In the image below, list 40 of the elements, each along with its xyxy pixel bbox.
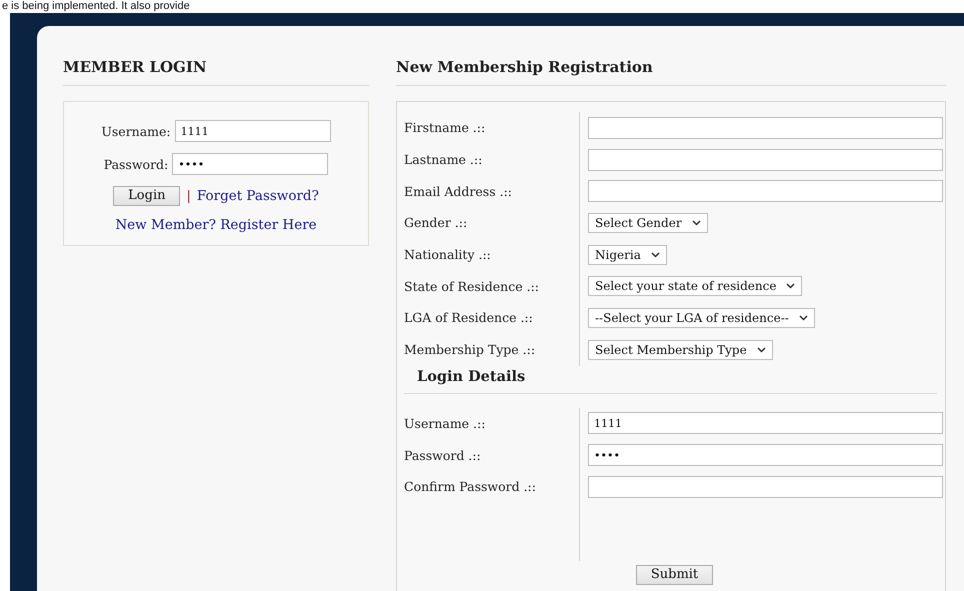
dropdown-select[interactable]: Nigeria <box>588 244 667 265</box>
username-field[interactable]: 1111 <box>174 120 331 142</box>
separator: | <box>186 188 191 204</box>
field-label: Password .:: <box>404 448 481 463</box>
field-label: Membership Type .:: <box>404 342 536 358</box>
section-subheading: Login Details <box>404 366 937 394</box>
login-button[interactable]: Login <box>113 186 180 206</box>
field-label: Confirm Password .:: <box>404 479 536 494</box>
dropdown-select[interactable]: Select Gender <box>588 212 708 233</box>
text-field[interactable] <box>588 476 943 498</box>
section-heading: New Membership Registration <box>396 58 946 86</box>
text-field[interactable] <box>588 116 943 139</box>
dropdown-select[interactable]: Select your state of residence <box>588 276 802 296</box>
section-heading: MEMBER LOGIN <box>63 58 369 86</box>
dropdown-select[interactable]: --Select your LGA of residence-- <box>588 308 815 328</box>
field-label: Password: <box>104 156 168 172</box>
chevron-down-icon <box>756 346 766 353</box>
password-field[interactable]: •••• <box>172 153 328 175</box>
submit-button[interactable]: Submit <box>636 564 714 585</box>
field-label: Username .:: <box>404 416 486 431</box>
field-label: Firstname .:: <box>404 120 486 136</box>
text-field[interactable] <box>588 148 943 171</box>
field-label: LGA of Residence .:: <box>404 310 533 326</box>
text-field[interactable]: 1111 <box>588 412 943 434</box>
field-label: Gender .:: <box>404 215 468 230</box>
chevron-down-icon <box>798 314 808 321</box>
chevron-down-icon <box>692 220 701 226</box>
field-label: Username: <box>101 124 171 138</box>
text-field[interactable] <box>588 180 943 202</box>
register-link[interactable]: New Member? Register Here <box>115 217 317 233</box>
field-label: Email Address .:: <box>404 184 512 199</box>
field-label: Lastname .:: <box>404 152 482 168</box>
text-field[interactable]: •••• <box>588 444 943 466</box>
chevron-down-icon <box>786 283 796 290</box>
field-label: State of Residence .:: <box>404 278 539 294</box>
field-label: Nationality .:: <box>404 247 491 262</box>
forgot-password-link[interactable]: Forget Password? <box>196 188 319 204</box>
chevron-down-icon <box>650 252 660 258</box>
document-text: e is being implemented. It also provide <box>1 0 190 13</box>
dropdown-select[interactable]: Select Membership Type <box>588 340 773 360</box>
